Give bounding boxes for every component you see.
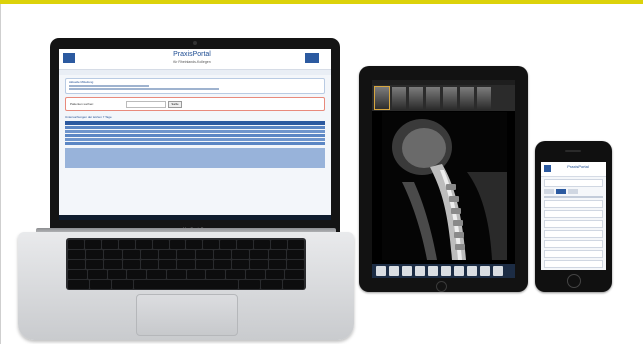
portal-logo xyxy=(63,53,75,63)
tool-icon[interactable] xyxy=(493,266,503,276)
phone-speaker xyxy=(565,150,581,152)
tablet-home-button xyxy=(436,281,447,292)
series-thumbnail[interactable] xyxy=(426,87,440,109)
top-accent-bar xyxy=(0,0,643,4)
phone-tabs xyxy=(544,189,603,194)
laptop-base xyxy=(18,232,354,340)
tool-icon[interactable] xyxy=(467,266,477,276)
tool-icon[interactable] xyxy=(376,266,386,276)
table-title: Untersuchungen der letzten 7 Tage xyxy=(65,115,112,119)
notice-line xyxy=(69,88,219,90)
phone-list-item[interactable] xyxy=(544,250,603,258)
phone-tab[interactable] xyxy=(568,189,578,194)
series-thumbnails xyxy=(372,85,515,111)
phone-search-input[interactable] xyxy=(544,179,603,187)
search-button[interactable]: Suche xyxy=(168,101,182,108)
portal-header: PraxisPortal für Rheinlands-Kollegen xyxy=(59,49,331,70)
notice-line xyxy=(69,85,149,87)
phone-portal-title: PraxisPortal xyxy=(567,164,589,169)
laptop-camera xyxy=(193,41,197,45)
phone-tab[interactable] xyxy=(544,189,554,194)
laptop-screen: PraxisPortal für Rheinlands-Kollegen Akt… xyxy=(59,49,331,220)
series-thumbnail[interactable] xyxy=(409,87,423,109)
phone-screen: PraxisPortal xyxy=(541,162,606,270)
notice-box: Aktuelle Mitteilung xyxy=(65,78,325,94)
phone-list-item[interactable] xyxy=(544,230,603,238)
portal-subtitle: für Rheinlands-Kollegen xyxy=(173,60,211,64)
tablet-toolbar xyxy=(372,264,515,278)
phone-list-item[interactable] xyxy=(544,240,603,248)
tablet xyxy=(359,66,528,292)
portal-title: PraxisPortal xyxy=(173,51,211,58)
clinic-logo xyxy=(305,53,319,63)
phone-list-item[interactable] xyxy=(544,220,603,228)
series-thumbnail[interactable] xyxy=(374,86,390,110)
keyboard xyxy=(66,238,306,290)
dock xyxy=(59,215,331,220)
series-thumbnail[interactable] xyxy=(477,87,491,109)
tool-icon[interactable] xyxy=(389,266,399,276)
table-row[interactable] xyxy=(65,130,325,133)
trackpad xyxy=(136,294,238,336)
phone-tab[interactable] xyxy=(556,189,566,194)
laptop-lid: PraxisPortal für Rheinlands-Kollegen Akt… xyxy=(50,38,340,234)
tool-icon[interactable] xyxy=(441,266,451,276)
series-thumbnail[interactable] xyxy=(460,87,474,109)
tool-icon[interactable] xyxy=(415,266,425,276)
table-footer xyxy=(65,148,325,168)
phone-list-item[interactable] xyxy=(544,200,603,208)
tool-icon[interactable] xyxy=(480,266,490,276)
patient-search-box: Patienten suchen: Suche xyxy=(65,97,325,111)
tool-icon[interactable] xyxy=(454,266,464,276)
phone-list-line xyxy=(544,196,603,198)
notice-title: Aktuelle Mitteilung xyxy=(69,80,94,84)
table-header xyxy=(65,121,325,125)
table-row[interactable] xyxy=(65,142,325,145)
phone-home-button xyxy=(567,274,581,288)
smartphone: PraxisPortal xyxy=(535,141,612,292)
tool-icon[interactable] xyxy=(428,266,438,276)
table-row[interactable] xyxy=(65,126,325,129)
table-row[interactable] xyxy=(65,134,325,137)
phone-logo xyxy=(544,165,551,172)
tool-icon[interactable] xyxy=(402,266,412,276)
series-thumbnail[interactable] xyxy=(392,87,406,109)
exam-table xyxy=(65,121,325,145)
search-label: Patienten suchen: xyxy=(70,102,95,106)
left-border xyxy=(0,4,1,344)
search-input[interactable] xyxy=(126,101,166,108)
phone-portal-header: PraxisPortal xyxy=(541,162,606,177)
tablet-screen xyxy=(372,80,515,278)
phone-list-item[interactable] xyxy=(544,260,603,268)
mri-spine-image xyxy=(382,112,507,260)
phone-list-item[interactable] xyxy=(544,210,603,218)
portal-nav-bar xyxy=(59,70,331,75)
series-thumbnail[interactable] xyxy=(443,87,457,109)
table-row[interactable] xyxy=(65,138,325,141)
